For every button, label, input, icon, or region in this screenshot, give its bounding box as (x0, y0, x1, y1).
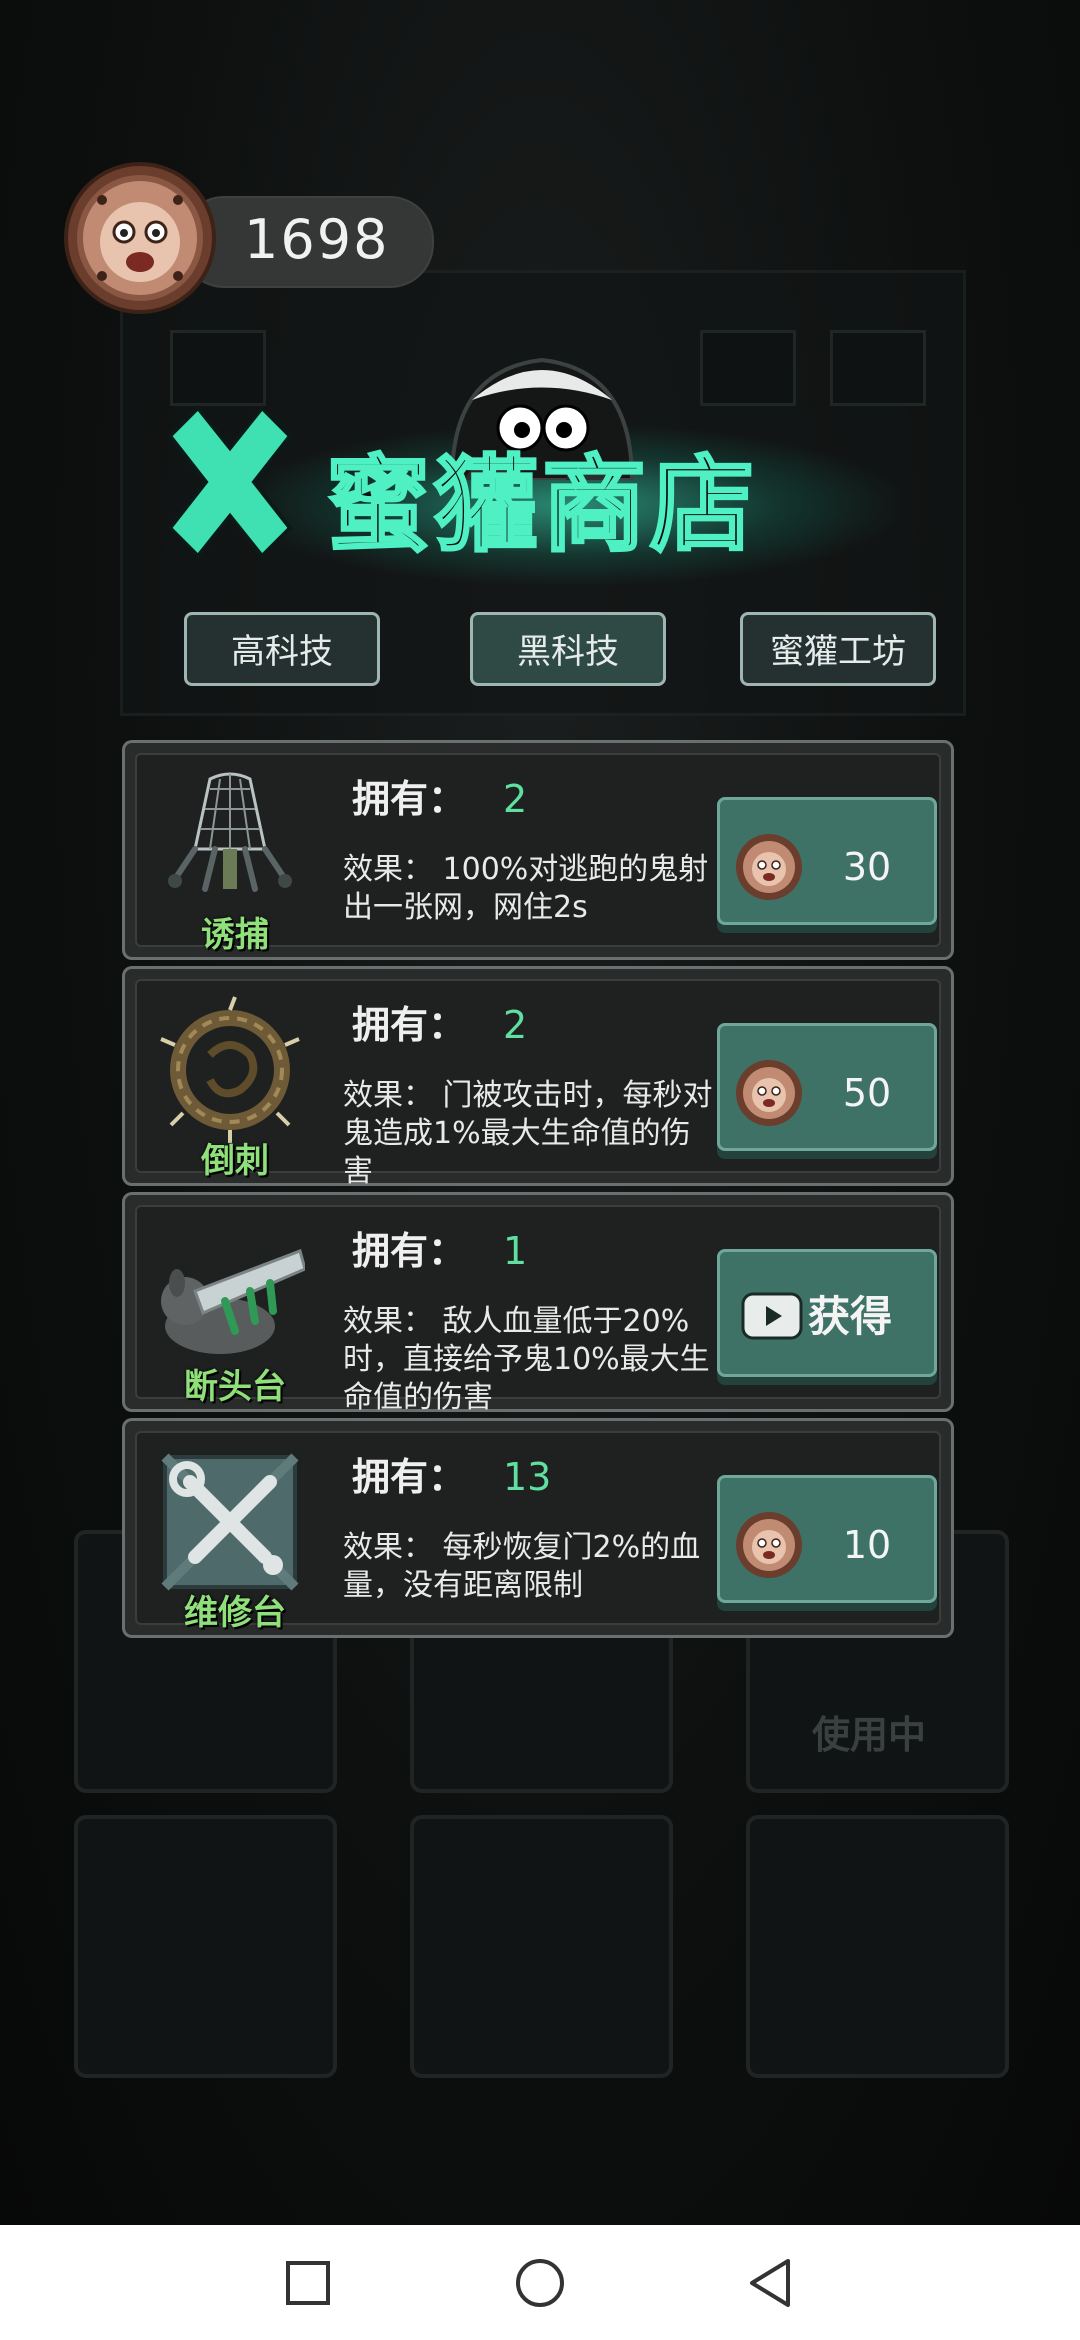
guillotine-icon (161, 1249, 305, 1354)
price-label: 30 (842, 845, 892, 889)
item-name: 维修台 (184, 1593, 286, 1633)
buy-button[interactable]: 10 (717, 1475, 937, 1603)
shop-title: 蜜獾商店 (325, 444, 759, 566)
badger-coin-icon (736, 1512, 802, 1578)
system-navigation-bar (0, 2225, 1080, 2340)
price-label: 50 (842, 1071, 892, 1115)
in-use-label: 使用中 (812, 1713, 927, 1757)
watch-video-button[interactable]: 获得 (717, 1249, 937, 1377)
net-trap-icon (168, 772, 292, 892)
badger-coin-icon (736, 1060, 802, 1126)
back-icon[interactable] (740, 2253, 800, 2313)
close-x-icon[interactable] (150, 402, 310, 562)
owned-count: 2 (503, 1003, 528, 1047)
background-character-slot (74, 1815, 337, 2078)
background-character-slot (410, 1815, 673, 2078)
item-name: 断头台 (184, 1367, 286, 1407)
recent-apps-icon[interactable] (278, 2253, 338, 2313)
coin-balance: 1698 (244, 208, 390, 271)
shop-item: 诱捕 拥有： 2 效果： 100%对逃跑的鬼射出一张网，网住2s 30 (122, 740, 954, 960)
item-effect: 效果： 敌人血量低于20%时，直接给予鬼10%最大生命值的伤害 (343, 1304, 710, 1415)
item-panel: 断头台 拥有： 1 效果： 敌人血量低于20%时，直接给予鬼10%最大生命值的伤… (135, 1205, 941, 1415)
shop-item: 断头台 拥有： 1 效果： 敌人血量低于20%时，直接给予鬼10%最大生命值的伤… (122, 1192, 954, 1415)
item-panel: 诱捕 拥有： 2 效果： 100%对逃跑的鬼射出一张网，网住2s 30 (135, 753, 941, 955)
background-window (830, 330, 926, 406)
owned-count: 2 (503, 777, 528, 821)
home-icon[interactable] (510, 2253, 570, 2313)
price-label: 10 (842, 1523, 892, 1567)
owned-count: 1 (503, 1229, 528, 1273)
item-effect: 效果： 100%对逃跑的鬼射出一张网，网住2s (343, 852, 709, 925)
item-name: 倒刺 (201, 1141, 269, 1181)
get-label: 获得 (808, 1292, 893, 1341)
repair-station-icon (161, 1453, 299, 1591)
item-effect: 效果： 每秒恢复门2%的血量，没有距离限制 (343, 1530, 701, 1603)
background-window (170, 330, 266, 406)
item-panel: 倒刺 拥有： 2 效果： 门被攻击时，每秒对鬼造成1%最大生命值的伤害 50 (135, 979, 941, 1189)
shop-item: 维修台 拥有： 13 效果： 每秒恢复门2%的血量，没有距离限制 10 (122, 1418, 954, 1638)
tab-black-tech[interactable]: 黑科技 (470, 612, 666, 686)
background-character-slot (746, 1815, 1009, 2078)
tab-high-tech[interactable]: 高科技 (184, 612, 380, 686)
owned-label: 拥有： (352, 1455, 467, 1499)
thorn-wreath-icon (160, 996, 300, 1143)
item-effect: 效果： 门被攻击时，每秒对鬼造成1%最大生命值的伤害 (343, 1078, 713, 1189)
video-camera-icon (741, 1292, 803, 1340)
owned-label: 拥有： (352, 1229, 467, 1273)
item-panel: 维修台 拥有： 13 效果： 每秒恢复门2%的血量，没有距离限制 10 (135, 1431, 941, 1633)
owned-label: 拥有： (352, 1003, 467, 1047)
owned-label: 拥有： (352, 777, 467, 821)
shop-item: 倒刺 拥有： 2 效果： 门被攻击时，每秒对鬼造成1%最大生命值的伤害 50 (122, 966, 954, 1189)
badger-coin-icon (64, 162, 216, 314)
item-name: 诱捕 (201, 915, 269, 955)
badger-coin-icon (736, 834, 802, 900)
tab-badger-workshop[interactable]: 蜜獾工坊 (740, 612, 936, 686)
buy-button[interactable]: 50 (717, 1023, 937, 1151)
buy-button[interactable]: 30 (717, 797, 937, 925)
background-window (700, 330, 796, 406)
owned-count: 13 (503, 1455, 552, 1499)
